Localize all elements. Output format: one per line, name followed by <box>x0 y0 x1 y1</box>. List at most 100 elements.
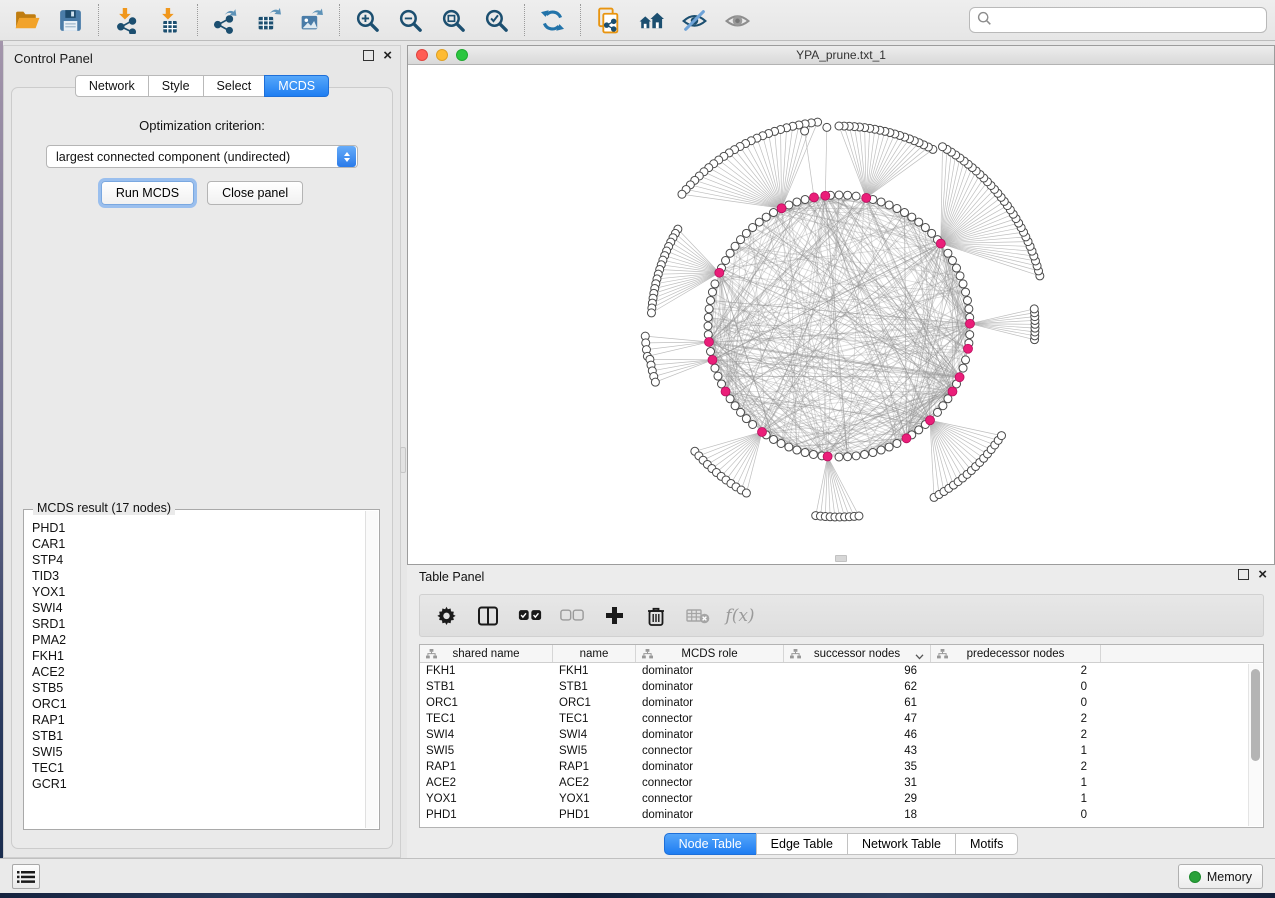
mcds-result-item[interactable]: ORC1 <box>32 696 365 712</box>
mcds-result-item[interactable]: RAP1 <box>32 712 365 728</box>
tab-network-table[interactable]: Network Table <box>847 833 956 855</box>
network-window-titlebar[interactable]: YPA_prune.txt_1 <box>408 46 1274 65</box>
close-panel-icon[interactable]: × <box>383 50 392 61</box>
zoom-selected-icon[interactable] <box>483 7 510 34</box>
close-table-panel-icon[interactable]: × <box>1258 569 1267 580</box>
column-header-name[interactable]: name <box>553 645 636 662</box>
new-network-from-selection-icon[interactable] <box>595 7 622 34</box>
column-header-predecessor-nodes[interactable]: predecessor nodes <box>931 645 1101 662</box>
float-panel-icon[interactable] <box>363 50 374 61</box>
table-cell: dominator <box>636 663 784 679</box>
table-cell: SWI4 <box>553 727 636 743</box>
table-scrollbar[interactable] <box>1248 664 1262 826</box>
search-input[interactable] <box>997 13 1259 27</box>
show-all-icon[interactable] <box>724 7 751 34</box>
tab-style[interactable]: Style <box>148 75 204 97</box>
memory-button[interactable]: Memory <box>1178 864 1263 889</box>
run-mcds-button[interactable]: Run MCDS <box>101 181 194 205</box>
first-neighbors-icon[interactable] <box>638 7 665 34</box>
table-row[interactable]: RAP1RAP1dominator352 <box>420 759 1263 775</box>
column-header-successor-nodes[interactable]: successor nodes <box>784 645 931 662</box>
close-panel-button[interactable]: Close panel <box>207 181 303 205</box>
delete-table-icon[interactable] <box>686 604 710 628</box>
network-graph[interactable] <box>408 65 1274 564</box>
refresh-icon[interactable] <box>539 7 566 34</box>
export-table-icon[interactable] <box>255 7 282 34</box>
column-header-shared-name[interactable]: shared name <box>420 645 553 662</box>
mcds-result-item[interactable]: TEC1 <box>32 760 365 776</box>
table-cell: PHD1 <box>553 807 636 823</box>
table-row[interactable]: TEC1TEC1connector472 <box>420 711 1263 727</box>
table-cell: 31 <box>784 775 931 791</box>
table-cell: FKH1 <box>553 663 636 679</box>
tab-select[interactable]: Select <box>203 75 266 97</box>
table-cell: 0 <box>931 807 1101 823</box>
export-image-icon[interactable] <box>298 7 325 34</box>
dropdown-selected-value: largest connected component (undirected) <box>47 150 337 164</box>
mcds-result-scrollbar[interactable] <box>365 511 378 828</box>
table-cell: SWI5 <box>420 743 553 759</box>
mcds-result-item[interactable]: STB1 <box>32 728 365 744</box>
task-history-button[interactable] <box>12 864 40 889</box>
mcds-result-item[interactable]: TID3 <box>32 568 365 584</box>
table-panel: Table Panel × <box>407 565 1275 858</box>
select-all-icon[interactable] <box>518 604 542 628</box>
table-row[interactable]: PHD1PHD1dominator180 <box>420 807 1263 823</box>
tab-network[interactable]: Network <box>75 75 149 97</box>
delete-column-icon[interactable] <box>644 604 668 628</box>
open-folder-icon[interactable] <box>14 7 41 34</box>
mcds-result-item[interactable]: PMA2 <box>32 632 365 648</box>
column-header-MCDS-role[interactable]: MCDS role <box>636 645 784 662</box>
search-box[interactable] <box>969 7 1267 33</box>
table-cell: ORC1 <box>553 695 636 711</box>
export-network-icon[interactable] <box>212 7 239 34</box>
mcds-result-item[interactable]: ACE2 <box>32 664 365 680</box>
table-row[interactable]: ACE2ACE2connector311 <box>420 775 1263 791</box>
deselect-all-icon[interactable] <box>560 604 584 628</box>
table-cell: dominator <box>636 679 784 695</box>
zoom-out-icon[interactable] <box>397 7 424 34</box>
panel-split-handle[interactable] <box>400 447 406 473</box>
table-row[interactable]: FKH1FKH1dominator962 <box>420 663 1263 679</box>
network-canvas[interactable] <box>408 65 1274 564</box>
table-cell-filler <box>1101 807 1263 823</box>
column-layout-icon[interactable] <box>476 604 500 628</box>
mcds-result-item[interactable]: STP4 <box>32 552 365 568</box>
mcds-result-item[interactable]: YOX1 <box>32 584 365 600</box>
mcds-result-item[interactable]: SRD1 <box>32 616 365 632</box>
settings-gear-icon[interactable] <box>434 604 458 628</box>
mcds-result-item[interactable]: FKH1 <box>32 648 365 664</box>
table-scrollbar-thumb[interactable] <box>1251 669 1260 761</box>
add-column-icon[interactable] <box>602 604 626 628</box>
table-cell: TEC1 <box>553 711 636 727</box>
mcds-result-list: PHD1CAR1STP4TID3YOX1SWI4SRD1PMA2FKH1ACE2… <box>32 520 365 827</box>
table-row[interactable]: STB1STB1dominator620 <box>420 679 1263 695</box>
mcds-result-item[interactable]: CAR1 <box>32 536 365 552</box>
hide-selected-icon[interactable] <box>681 7 708 34</box>
table-cell: 47 <box>784 711 931 727</box>
optimization-criterion-dropdown[interactable]: largest connected component (undirected) <box>46 145 358 168</box>
table-cell: TEC1 <box>420 711 553 727</box>
table-row[interactable]: ORC1ORC1dominator610 <box>420 695 1263 711</box>
float-table-panel-icon[interactable] <box>1238 569 1249 580</box>
save-icon[interactable] <box>57 7 84 34</box>
mcds-result-item[interactable]: PHD1 <box>32 520 365 536</box>
mcds-result-item[interactable]: GCR1 <box>32 776 365 792</box>
import-network-icon[interactable] <box>113 7 140 34</box>
zoom-in-icon[interactable] <box>354 7 381 34</box>
table-row[interactable]: SWI5SWI5connector431 <box>420 743 1263 759</box>
tab-node-table[interactable]: Node Table <box>664 833 757 855</box>
tab-mcds[interactable]: MCDS <box>264 75 329 97</box>
table-row[interactable]: YOX1YOX1connector291 <box>420 791 1263 807</box>
table-row[interactable]: SWI4SWI4dominator462 <box>420 727 1263 743</box>
function-builder-icon[interactable]: f(x) <box>728 604 752 628</box>
fit-content-icon[interactable] <box>440 7 467 34</box>
network-split-handle[interactable] <box>835 555 847 562</box>
mcds-result-item[interactable]: SWI5 <box>32 744 365 760</box>
table-cell: ACE2 <box>420 775 553 791</box>
import-table-icon[interactable] <box>156 7 183 34</box>
tab-motifs[interactable]: Motifs <box>955 833 1018 855</box>
mcds-result-item[interactable]: STB5 <box>32 680 365 696</box>
tab-edge-table[interactable]: Edge Table <box>756 833 848 855</box>
mcds-result-item[interactable]: SWI4 <box>32 600 365 616</box>
